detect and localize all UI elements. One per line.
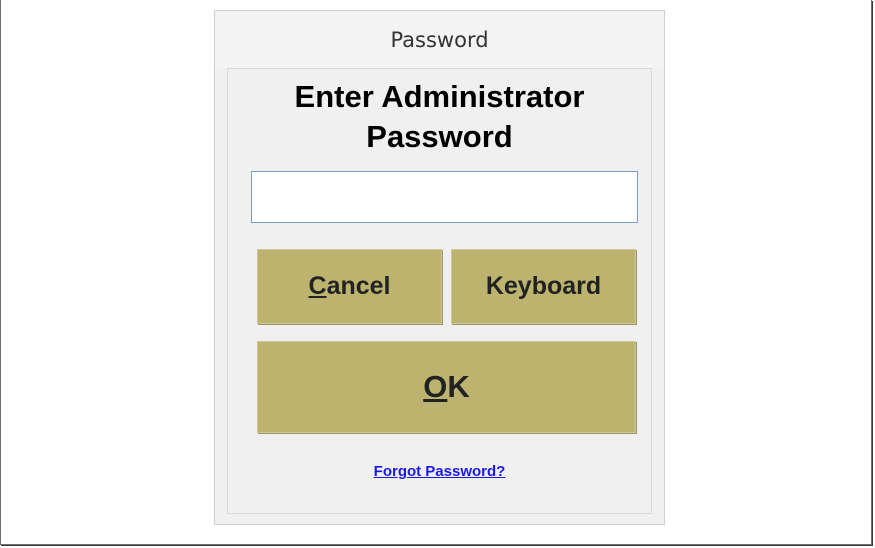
- keyboard-label: Keyboard: [485, 272, 602, 300]
- heading-line-1: Enter Administrator: [294, 79, 585, 114]
- cancel-button[interactable]: Cancel: [257, 249, 442, 324]
- cancel-mnemonic: C: [308, 272, 327, 300]
- dialog-content: Enter Administrator Password Cancel Keyb…: [227, 68, 652, 514]
- cancel-label: ancel: [326, 272, 391, 300]
- forgot-password-container: Forgot Password?: [228, 463, 651, 481]
- dialog-title-bar: Password: [215, 11, 664, 68]
- forgot-password-link[interactable]: Forgot Password?: [374, 463, 506, 480]
- ok-label: K: [447, 369, 470, 404]
- password-dialog: Password Enter Administrator Password Ca…: [214, 10, 665, 525]
- password-input[interactable]: [251, 171, 638, 223]
- keyboard-button[interactable]: Keyboard: [451, 249, 636, 324]
- ok-button[interactable]: OK: [257, 341, 636, 433]
- heading-line-2: Password: [366, 119, 513, 154]
- dialog-heading: Enter Administrator Password: [228, 77, 651, 157]
- dialog-title: Password: [390, 28, 489, 52]
- ok-mnemonic: O: [423, 369, 448, 404]
